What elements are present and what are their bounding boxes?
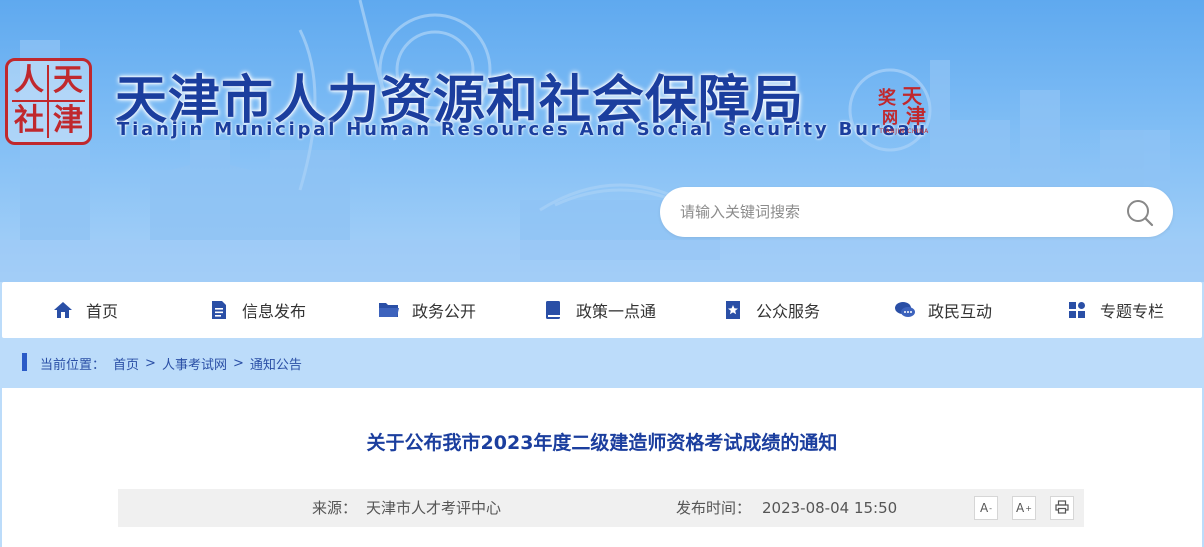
main-nav: 首页 信息发布 政务公开 政策一点通 公众服务 政民互动 专题专栏: [2, 282, 1202, 338]
stamp-char: 网: [882, 108, 899, 127]
article-meta-bar: 来源： 天津市人才考评中心 发布时间： 2023-08-04 15:50 A- …: [118, 489, 1084, 527]
folder-icon: [378, 299, 400, 321]
publish-date-label: 发布时间：: [676, 499, 752, 517]
document-icon: [208, 299, 230, 321]
breadcrumb-link-notices[interactable]: 通知公告: [250, 354, 302, 373]
nav-item-public-service[interactable]: 公众服务: [722, 282, 820, 338]
nav-label: 公众服务: [756, 302, 821, 321]
font-decrease-button[interactable]: A-: [974, 496, 998, 520]
breadcrumb-marker: [22, 353, 27, 371]
search-input[interactable]: [680, 187, 1110, 237]
breadcrumb-separator: >: [232, 355, 244, 371]
font-increase-mark: +: [1025, 503, 1032, 513]
bookmark-star-icon: [722, 299, 744, 321]
chat-icon: [894, 299, 916, 321]
font-decrease-mark: -: [989, 503, 993, 513]
grid-icon: [1066, 299, 1088, 321]
stamp-char: 津: [906, 104, 926, 128]
seal-char: 天: [53, 63, 83, 98]
stamp-caption: TIANJIN CHINA: [879, 128, 929, 135]
nav-item-interaction[interactable]: 政民互动: [894, 282, 992, 338]
seal-char: 社: [14, 103, 44, 138]
nav-label: 政务公开: [412, 302, 477, 321]
source-label: 来源：: [312, 499, 358, 517]
font-increase-label: A: [1016, 501, 1025, 515]
header-banner: 人 天 社 津 天津市人力资源和社会保障局 Tianjin Municipal …: [0, 0, 1204, 282]
breadcrumb: 当前位置： 首页 > 人事考试网 > 通知公告: [40, 354, 302, 373]
nav-item-home[interactable]: 首页: [52, 282, 118, 338]
tianjin-stamp-logo: 天 津 奖 网 TIANJIN CHINA: [876, 80, 932, 140]
search-box: [660, 187, 1173, 237]
source-value: 天津市人才考评中心: [366, 499, 502, 517]
home-icon: [52, 299, 74, 321]
article-title: 关于公布我市2023年度二级建造师资格考试成绩的通知: [366, 432, 838, 454]
seal-char: 津: [53, 103, 83, 138]
bureau-logo-seal: 人 天 社 津: [5, 58, 92, 145]
nav-label: 首页: [86, 302, 119, 321]
nav-label: 政民互动: [928, 302, 993, 321]
publish-date-value: 2023-08-04 15:50: [762, 499, 898, 517]
print-icon: [1055, 499, 1069, 517]
search-icon[interactable]: [1125, 198, 1155, 228]
breadcrumb-separator: >: [145, 355, 156, 371]
font-increase-button[interactable]: A +: [1012, 496, 1036, 520]
site-subtitle: Tianjin Municipal Human Resources And So…: [117, 119, 928, 140]
nav-label: 信息发布: [242, 302, 307, 321]
breadcrumb-link-exam[interactable]: 人事考试网: [162, 354, 227, 373]
font-decrease-label: A: [979, 501, 989, 515]
city-skyline-illustration: [0, 0, 1204, 282]
book-icon: [542, 299, 564, 321]
nav-item-special-topics[interactable]: 专题专栏: [1066, 282, 1164, 338]
seal-char: 人: [14, 63, 44, 98]
nav-item-government-affairs[interactable]: 政务公开: [378, 282, 476, 338]
nav-item-info-release[interactable]: 信息发布: [208, 282, 306, 338]
breadcrumb-link-home[interactable]: 首页: [113, 354, 139, 373]
print-button[interactable]: [1050, 496, 1074, 520]
nav-label: 专题专栏: [1100, 302, 1165, 321]
breadcrumb-prefix: 当前位置：: [40, 357, 106, 373]
nav-item-policy[interactable]: 政策一点通: [542, 282, 656, 338]
nav-label: 政策一点通: [576, 302, 657, 321]
